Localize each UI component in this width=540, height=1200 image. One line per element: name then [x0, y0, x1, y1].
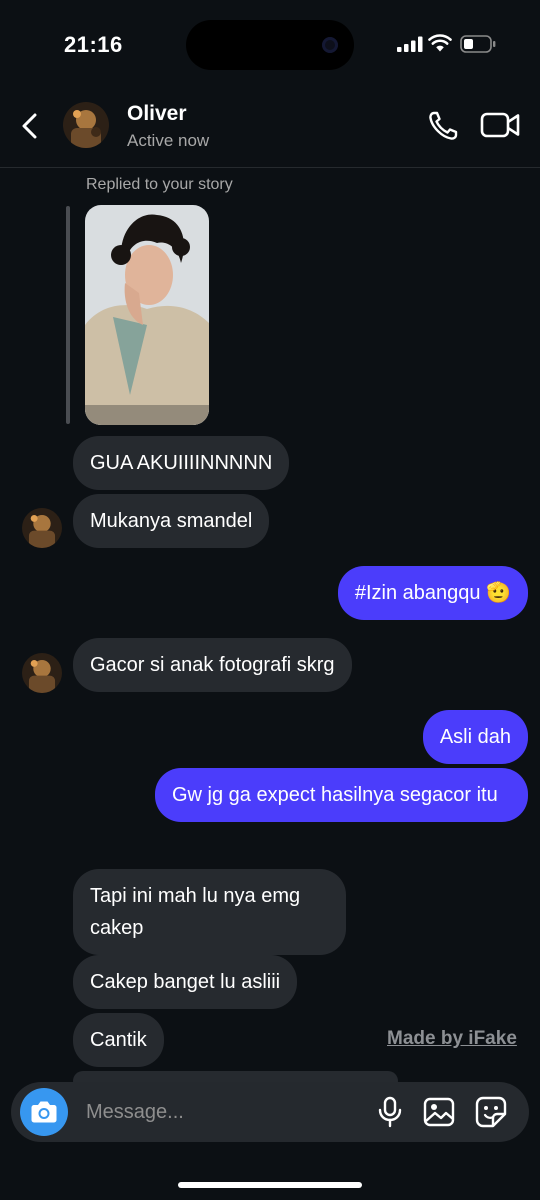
cellular-signal-icon — [397, 36, 423, 52]
status-time: 21:16 — [64, 32, 123, 57]
contact-name[interactable]: Oliver — [127, 102, 187, 126]
wifi-icon — [428, 34, 452, 52]
message-bubble-outgoing[interactable]: #Izin abangqu 🫡 — [337, 566, 528, 620]
camera-button[interactable] — [20, 1088, 68, 1136]
watermark: Made by iFake — [387, 1028, 517, 1049]
contact-avatar-small[interactable] — [22, 653, 62, 693]
battery-icon — [460, 35, 496, 53]
message-bubble-incoming[interactable]: Mukanya smandel — [73, 494, 270, 548]
contact-avatar[interactable] — [63, 102, 109, 148]
microphone-icon[interactable] — [377, 1096, 403, 1128]
chat-header: Oliver Active now — [0, 90, 540, 168]
message-bubble-incoming[interactable]: Tapi ini mah lu nya emg cakep — [73, 869, 346, 955]
camera-icon — [31, 1101, 57, 1123]
sticker-icon[interactable] — [475, 1096, 507, 1128]
home-indicator — [178, 1182, 362, 1188]
message-bubble-incoming[interactable]: GUA AKUIIIINNNNN — [73, 436, 290, 490]
presence-status: Active now — [127, 131, 210, 150]
gallery-icon[interactable] — [423, 1097, 455, 1127]
message-composer — [11, 1082, 529, 1142]
phone-icon[interactable] — [427, 110, 459, 142]
message-bubble-incoming[interactable]: Cantik — [73, 1013, 164, 1067]
story-thumbnail[interactable] — [85, 205, 209, 425]
story-reply-label: Replied to your story — [86, 176, 233, 193]
status-bar: 21:16 — [0, 0, 540, 90]
message-bubble-outgoing[interactable]: Gw jg ga expect hasilnya segacor itu — [155, 768, 528, 822]
message-bubble-incoming[interactable]: Cakep banget lu asliii — [73, 955, 298, 1009]
message-bubble-outgoing[interactable]: Asli dah — [422, 710, 528, 764]
story-reply-bar — [66, 206, 70, 424]
message-bubble-incoming[interactable]: Gacor si anak fotografi skrg — [73, 638, 352, 692]
contact-avatar-small[interactable] — [22, 508, 62, 548]
message-input[interactable] — [86, 1096, 356, 1128]
front-camera — [322, 37, 338, 53]
video-camera-icon[interactable] — [480, 110, 520, 140]
back-chevron-icon[interactable] — [18, 112, 40, 140]
